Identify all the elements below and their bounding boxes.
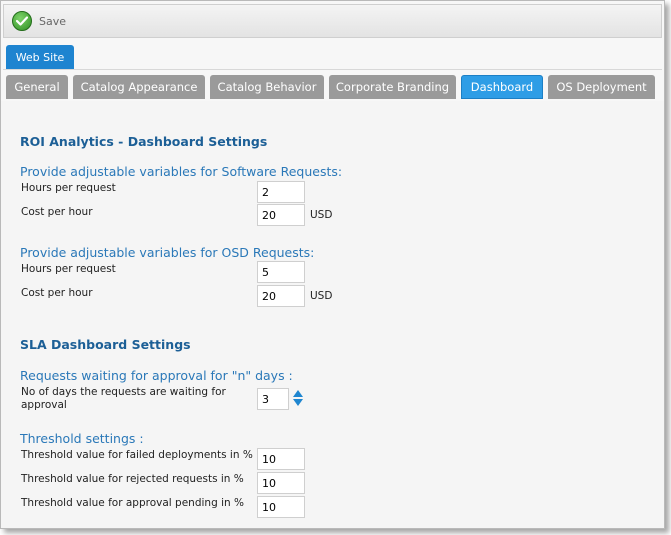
tab-web-site[interactable]: Web Site xyxy=(6,45,74,69)
settings-window: Save Web Site General Catalog Appearance… xyxy=(0,0,665,529)
spinner-up-icon[interactable] xyxy=(293,390,303,397)
tab-general[interactable]: General xyxy=(6,75,68,99)
osd-cost-label: Cost per hour xyxy=(21,287,93,299)
rejected-threshold-label: Threshold value for rejected requests in… xyxy=(21,473,244,485)
tab-bar: General Catalog Appearance Catalog Behav… xyxy=(3,69,662,102)
spinner-down-icon[interactable] xyxy=(293,399,303,406)
failed-threshold-input[interactable] xyxy=(257,448,305,470)
pending-threshold-label: Threshold value for approval pending in … xyxy=(21,497,244,509)
rejected-threshold-input[interactable] xyxy=(257,472,305,494)
threshold-heading: Threshold settings : xyxy=(20,431,144,446)
osd-cost-unit: USD xyxy=(310,290,333,302)
osd-heading: Provide adjustable variables for OSD Req… xyxy=(20,245,315,260)
tab-os-deployment[interactable]: OS Deployment xyxy=(548,75,655,99)
save-button[interactable]: Save xyxy=(12,10,66,32)
roi-title: ROI Analytics - Dashboard Settings xyxy=(20,134,268,149)
software-hours-label: Hours per request xyxy=(21,182,116,194)
tab-dashboard[interactable]: Dashboard xyxy=(461,75,543,99)
dashboard-panel: ROI Analytics - Dashboard Settings Provi… xyxy=(1,101,664,528)
tab-catalog-behavior[interactable]: Catalog Behavior xyxy=(210,75,324,99)
toolbar: Save xyxy=(3,4,662,38)
waiting-days-label: No of days the requests are waiting for … xyxy=(21,386,226,411)
save-label: Save xyxy=(39,14,67,28)
osd-cost-input[interactable] xyxy=(257,285,305,307)
sla-title: SLA Dashboard Settings xyxy=(20,337,191,352)
tab-catalog-appearance[interactable]: Catalog Appearance xyxy=(73,75,205,99)
osd-hours-input[interactable] xyxy=(257,261,305,283)
tab-corporate-branding[interactable]: Corporate Branding xyxy=(329,75,456,99)
software-cost-unit: USD xyxy=(310,209,333,221)
days-spinner[interactable] xyxy=(293,390,303,406)
waiting-days-input[interactable] xyxy=(257,388,289,410)
waiting-heading: Requests waiting for approval for "n" da… xyxy=(20,368,293,383)
pending-threshold-input[interactable] xyxy=(257,496,305,518)
software-heading: Provide adjustable variables for Softwar… xyxy=(20,164,343,179)
software-cost-input[interactable] xyxy=(257,204,305,226)
software-hours-input[interactable] xyxy=(257,181,305,203)
check-icon xyxy=(12,11,32,31)
software-cost-label: Cost per hour xyxy=(21,206,93,218)
failed-threshold-label: Threshold value for failed deployments i… xyxy=(21,449,253,461)
osd-hours-label: Hours per request xyxy=(21,263,116,275)
